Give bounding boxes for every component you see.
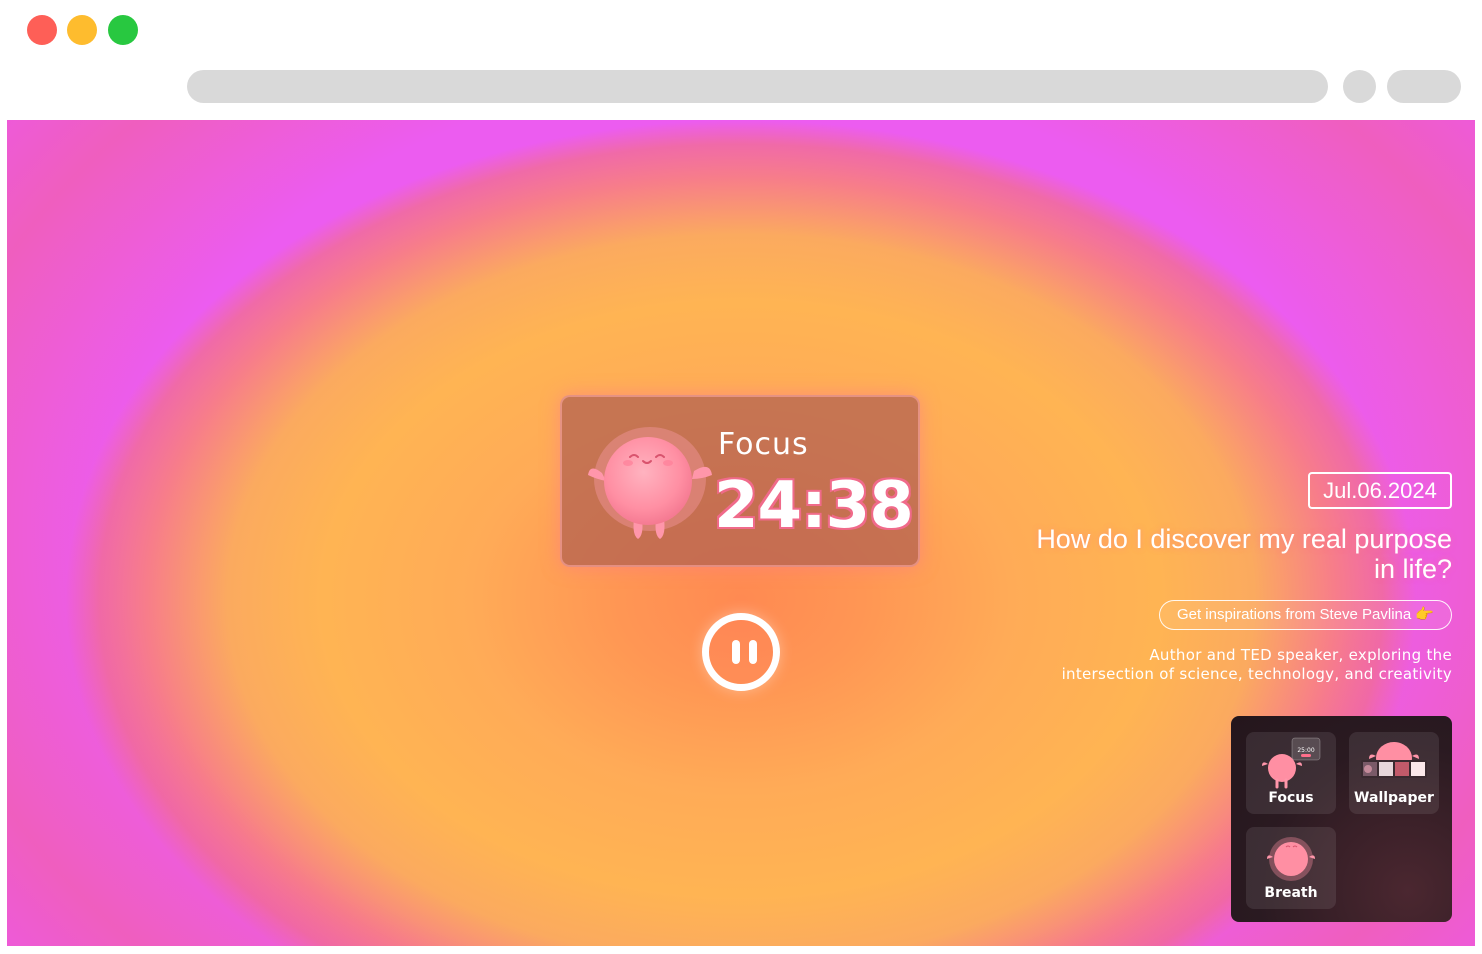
- author-description-line: intersection of science, technology, and…: [1061, 665, 1452, 683]
- address-bar[interactable]: [187, 70, 1328, 103]
- breath-app-icon: [1267, 837, 1315, 881]
- app-tile-label: Focus: [1268, 790, 1314, 806]
- mini-timer-text: 25:00: [1297, 747, 1314, 754]
- close-window-button[interactable]: [27, 15, 57, 45]
- app-tile-focus[interactable]: 25:00 Focus: [1246, 732, 1336, 814]
- focus-app-icon: 25:00: [1262, 737, 1321, 789]
- browser-menu-button[interactable]: [1387, 70, 1461, 103]
- app-viewport: Focus 24:38 Jul.06.2024 How do I discove…: [7, 120, 1475, 946]
- timer-countdown: 24:38: [714, 469, 914, 543]
- wallpaper-app-icon: [1361, 742, 1427, 778]
- author-description: Author and TED speaker, exploring the in…: [992, 646, 1452, 684]
- author-description-line: Author and TED speaker, exploring the: [1149, 646, 1452, 664]
- app-switcher-panel: 25:00 Focus Wallpaper Breath: [1231, 716, 1452, 922]
- timer-mode-label: Focus: [718, 427, 809, 462]
- app-tile-wallpaper[interactable]: Wallpaper: [1349, 732, 1439, 814]
- mascot-icon: [588, 427, 712, 539]
- date-badge: Jul.06.2024: [1308, 472, 1452, 509]
- browser-action-button[interactable]: [1343, 70, 1376, 103]
- inspiration-link[interactable]: Get inspirations from Steve Pavlina 👉: [1159, 600, 1452, 630]
- focus-timer-card: Focus 24:38: [560, 395, 920, 567]
- app-tile-label: Wallpaper: [1354, 790, 1434, 806]
- pause-button[interactable]: [702, 613, 780, 691]
- browser-window: Focus 24:38 Jul.06.2024 How do I discove…: [0, 0, 1482, 954]
- maximize-window-button[interactable]: [108, 15, 138, 45]
- app-tile-breath[interactable]: Breath: [1246, 827, 1336, 909]
- pause-icon: [732, 640, 740, 664]
- app-tile-label: Breath: [1264, 885, 1318, 901]
- minimize-window-button[interactable]: [67, 15, 97, 45]
- daily-question: How do I discover my real purpose in lif…: [1036, 524, 1452, 584]
